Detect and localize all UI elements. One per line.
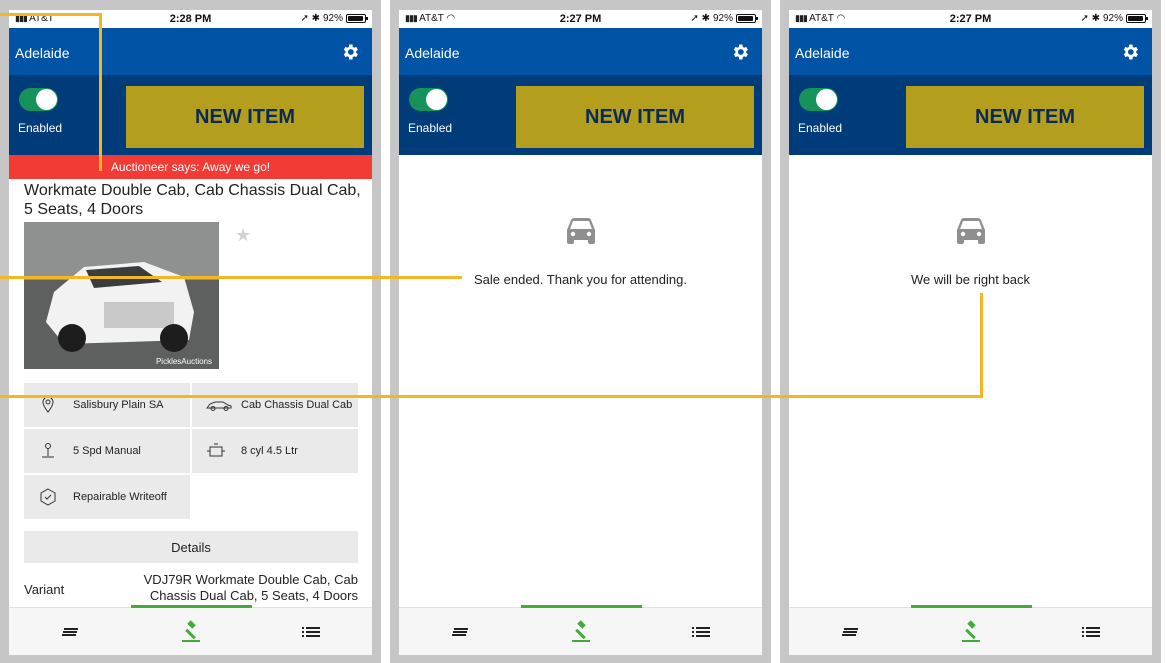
toggle-label: Enabled — [18, 121, 63, 135]
status-bar: ▮▮▮ AT&T ◠ 2:27 PM ➚ ✱ 92% — [399, 10, 762, 28]
variant-label: Variant — [24, 582, 65, 597]
spec-empty — [192, 475, 358, 519]
annotation-line-right-back-vertical — [980, 293, 983, 398]
spec-grid: Salisbury Plain SA Cab Chassis Dual Cab … — [24, 383, 358, 521]
location-pin-icon — [42, 396, 54, 413]
control-bar: Enabled NEW ITEM — [789, 75, 1152, 155]
engine-icon — [207, 443, 225, 457]
battery-icon — [736, 14, 758, 23]
screen: ▮▮▮ AT&T ◠ 2:27 PM ➚ ✱ 92% Adelaide Enabl… — [399, 10, 762, 655]
lot-title: Workmate Double Cab, Cab Chassis Dual Ca… — [24, 182, 361, 218]
details-button[interactable]: Details — [24, 531, 358, 563]
battery-icon — [1126, 14, 1148, 23]
gear-shift-icon — [42, 443, 54, 458]
car-icon — [566, 218, 595, 244]
photo-watermark: PicklesAuctions — [156, 357, 212, 366]
lines-menu-icon[interactable] — [839, 620, 863, 644]
phone-screen-live-lot: ▮▮▮ AT&T 2:28 PM ➚ ✱ 92% Adelaide Enabled… — [0, 0, 381, 663]
list-icon[interactable] — [689, 620, 713, 644]
tab-bar — [9, 605, 372, 655]
spec-location: Salisbury Plain SA — [24, 383, 190, 427]
screen: ▮▮▮ AT&T 2:28 PM ➚ ✱ 92% Adelaide Enabled… — [9, 10, 372, 655]
list-icon[interactable] — [1079, 620, 1103, 644]
gear-icon[interactable] — [340, 42, 360, 62]
gavel-icon[interactable] — [569, 620, 593, 644]
control-bar: Enabled NEW ITEM — [399, 75, 762, 155]
sale-ended-message: Sale ended. Thank you for attending. — [474, 272, 687, 287]
tab-bar — [399, 605, 762, 655]
bluetooth-icon: ➚ ✱ — [300, 13, 320, 24]
car-outline-icon — [206, 401, 232, 411]
toggle-label: Enabled — [798, 121, 843, 135]
new-item-button[interactable]: NEW ITEM — [906, 86, 1144, 148]
right-back-message: We will be right back — [911, 272, 1030, 287]
car-icon — [956, 218, 985, 244]
location-title: Adelaide — [795, 45, 850, 61]
active-tab-indicator — [911, 605, 1032, 608]
check-shield-icon — [40, 488, 56, 506]
location-title: Adelaide — [15, 45, 70, 61]
gear-icon[interactable] — [730, 42, 750, 62]
bluetooth-icon: ➚ ✱ — [690, 13, 710, 24]
enabled-toggle[interactable] — [409, 88, 448, 111]
battery-icon — [346, 14, 368, 23]
spec-transmission: 5 Spd Manual — [24, 429, 190, 473]
enabled-toggle[interactable] — [19, 88, 58, 111]
new-item-button[interactable]: NEW ITEM — [126, 86, 364, 148]
enabled-toggle[interactable] — [799, 88, 838, 111]
variant-value: VDJ79R Workmate Double Cab, Cab Chassis … — [143, 572, 358, 603]
lines-menu-icon[interactable] — [449, 620, 473, 644]
annotation-line-banner-drop — [99, 13, 102, 171]
toggle-label: Enabled — [408, 121, 453, 135]
new-item-button[interactable]: NEW ITEM — [516, 86, 754, 148]
control-bar: Enabled NEW ITEM — [9, 75, 372, 155]
title-bar: Adelaide — [399, 28, 762, 75]
list-icon[interactable] — [299, 620, 323, 644]
title-bar: Adelaide — [789, 28, 1152, 75]
lot-photo: PicklesAuctions — [24, 222, 219, 369]
battery-percent: 92% — [322, 13, 343, 24]
gavel-icon[interactable] — [959, 620, 983, 644]
lines-menu-icon[interactable] — [59, 620, 83, 644]
annotation-line-banner-top — [0, 13, 102, 16]
tab-bar — [789, 605, 1152, 655]
spec-engine: 8 cyl 4.5 Ltr — [192, 429, 358, 473]
phone-screen-right-back: ▮▮▮ AT&T ◠ 2:27 PM ➚ ✱ 92% Adelaide Enabl… — [780, 0, 1161, 663]
title-bar: Adelaide — [9, 28, 372, 75]
favorite-star-icon[interactable]: ★ — [235, 225, 251, 246]
screen: ▮▮▮ AT&T ◠ 2:27 PM ➚ ✱ 92% Adelaide Enabl… — [789, 10, 1152, 655]
location-title: Adelaide — [405, 45, 460, 61]
spec-condition: Repairable Writeoff — [24, 475, 190, 519]
battery-percent: 92% — [1102, 13, 1123, 24]
auctioneer-banner: Auctioneer says: Away we go! — [9, 155, 372, 179]
active-tab-indicator — [131, 605, 252, 608]
battery-percent: 92% — [712, 13, 733, 24]
bluetooth-icon: ➚ ✱ — [1080, 13, 1100, 24]
gavel-icon[interactable] — [179, 620, 203, 644]
annotation-line-sale-ended — [0, 276, 462, 279]
active-tab-indicator — [521, 605, 642, 608]
gear-icon[interactable] — [1120, 42, 1140, 62]
annotation-line-right-back-horizontal — [0, 395, 983, 398]
status-bar: ▮▮▮ AT&T ◠ 2:27 PM ➚ ✱ 92% — [789, 10, 1152, 28]
spec-body-type: Cab Chassis Dual Cab — [192, 383, 358, 427]
phone-screen-sale-ended: ▮▮▮ AT&T ◠ 2:27 PM ➚ ✱ 92% Adelaide Enabl… — [390, 0, 771, 663]
